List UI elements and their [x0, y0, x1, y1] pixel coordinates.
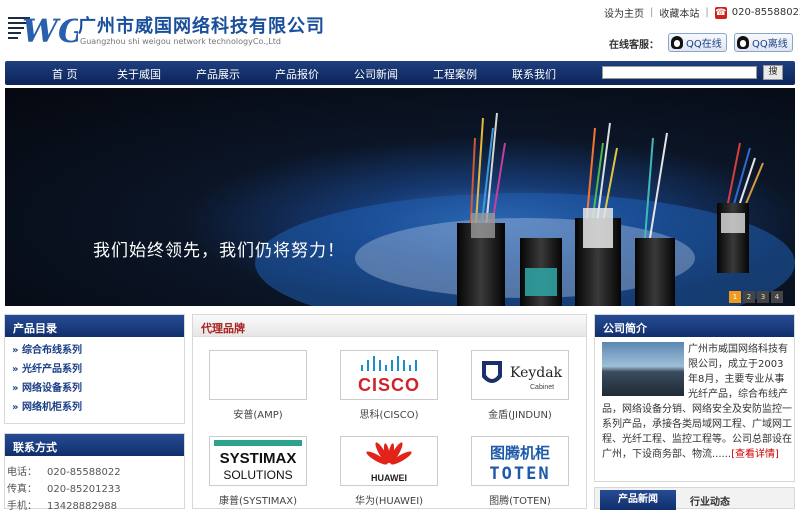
tab-industry-news[interactable]: 行业动态 — [690, 493, 730, 508]
company-building-image — [602, 342, 684, 396]
brand-caption-huawei[interactable]: 华为(HUAWEI) — [329, 492, 449, 507]
banner-page-3[interactable]: 3 — [757, 291, 769, 303]
banner-page-2[interactable]: 2 — [743, 291, 755, 303]
svg-text:图腾机柜: 图腾机柜 — [490, 444, 550, 462]
svg-text:SYSTIMAX: SYSTIMAX — [220, 450, 297, 467]
brand-caption-amp[interactable]: 安普(AMP) — [198, 406, 318, 421]
tab-product-news[interactable]: 产品新闻 — [600, 490, 676, 510]
contact-title: 联系方式 — [5, 434, 184, 456]
top-links: 设为主页 | 收藏本站 | ☎ 020-85588022 — [604, 5, 800, 20]
banner-slogan: 我们始终领先，我们仍将努力！ — [93, 241, 345, 261]
catalog-item-network[interactable]: » 网络设备系列 — [12, 379, 82, 398]
svg-text:HUAWEI: HUAWEI — [371, 473, 407, 483]
nav-contact[interactable]: 联系我们 — [512, 66, 556, 82]
catalog-item-fiber[interactable]: » 光纤产品系列 — [12, 360, 82, 379]
nav-cases[interactable]: 工程案例 — [433, 66, 477, 82]
site-header: WG 广州市威国网络科技有限公司 Guangzhou shi weigou ne… — [0, 0, 800, 60]
brand-caption-systimax[interactable]: 康普(SYSTIMAX) — [198, 492, 318, 507]
qq-online-label: QQ在线 — [686, 39, 722, 50]
qq-penguin-icon — [737, 36, 749, 49]
svg-text:TOTEN: TOTEN — [489, 464, 550, 484]
fiber-cable-image — [255, 112, 795, 306]
product-catalog-title: 产品目录 — [5, 315, 184, 337]
svg-text:Cabinet: Cabinet — [530, 384, 554, 391]
svg-text:SOLUTIONS: SOLUTIONS — [223, 468, 292, 482]
bookmark-link[interactable]: 收藏本站 — [659, 5, 699, 20]
search-input[interactable] — [602, 66, 757, 79]
qq-penguin-icon — [671, 36, 683, 49]
brands-title: 代理品牌 — [193, 315, 586, 337]
brand-logo-huawei[interactable]: HUAWEI — [340, 436, 438, 486]
contact-fax-row: 传真： 020-85201233 — [7, 480, 121, 497]
nav-home[interactable]: 首 页 — [52, 66, 78, 82]
contact-phone-row: 电话： 020-85588022 — [7, 463, 121, 480]
hero-banner[interactable]: 我们始终领先，我们仍将努力！ — [5, 88, 795, 306]
cisco-logo: CISCO — [358, 356, 420, 395]
link-separator: | — [650, 7, 654, 18]
toten-logo: 图腾机柜 TOTEN — [489, 444, 550, 484]
company-intro-title: 公司简介 — [595, 315, 794, 337]
svg-text:Keydak: Keydak — [510, 365, 563, 381]
keydak-logo: Keydak Cabinet — [482, 361, 563, 391]
view-details-link[interactable]: [查看详情] — [731, 449, 779, 460]
search-button[interactable]: 搜 — [763, 65, 783, 80]
nav-prices[interactable]: 产品报价 — [275, 66, 319, 82]
brand-logo-toten[interactable]: 图腾机柜 TOTEN — [471, 436, 569, 486]
banner-pagination: 1 2 3 4 — [729, 291, 783, 303]
catalog-item-cabinet[interactable]: » 网络机柜系列 — [12, 398, 82, 417]
qq-online-button[interactable]: QQ在线 — [668, 33, 727, 52]
online-service-label: 在线客服： — [609, 40, 659, 51]
brand-logo-systimax[interactable]: SYSTIMAX SOLUTIONS — [209, 436, 307, 486]
brand-logo-amp[interactable] — [209, 350, 307, 400]
mobile-label: 手机： — [7, 501, 37, 512]
mobile-value: 13428882988 — [47, 501, 117, 512]
brand-caption-cisco[interactable]: 思科(CISCO) — [329, 406, 449, 421]
contact-mobile-row: 手机： 13428882988 — [7, 497, 121, 514]
phone-value: 020-85588022 — [47, 467, 121, 478]
svg-text:WG: WG — [22, 12, 78, 48]
company-intro: 广州市威国网络科技有限公司，成立于2003年8月，主要专业从事光纤产品，综合布线… — [602, 342, 792, 462]
brand-caption-jindun[interactable]: 金盾(JINDUN) — [460, 406, 580, 421]
nav-products[interactable]: 产品展示 — [196, 66, 240, 82]
qq-offline-button[interactable]: QQ离线 — [734, 33, 793, 52]
brand-caption-toten[interactable]: 图腾(TOTEN) — [460, 492, 580, 507]
set-homepage-link[interactable]: 设为主页 — [604, 5, 644, 20]
qq-offline-label: QQ离线 — [752, 39, 788, 50]
fax-label: 传真： — [7, 484, 37, 495]
banner-page-1[interactable]: 1 — [729, 291, 741, 303]
brand-logo-jindun[interactable]: Keydak Cabinet — [471, 350, 569, 400]
catalog-item-cabling[interactable]: » 综合布线系列 — [12, 341, 82, 360]
phone-number: 020-85588022 — [731, 7, 800, 18]
huawei-logo: HUAWEI — [366, 442, 412, 483]
phone-label: 电话： — [7, 467, 37, 478]
company-english-name: Guangzhou shi weigou network technologyC… — [80, 37, 281, 46]
product-catalog-list: » 综合布线系列 » 光纤产品系列 » 网络设备系列 » 网络机柜系列 — [12, 341, 82, 417]
phone-icon: ☎ — [714, 6, 727, 19]
nav-about[interactable]: 关于威国 — [117, 66, 161, 82]
nav-news[interactable]: 公司新闻 — [354, 66, 398, 82]
contact-info: 电话： 020-85588022 传真： 020-85201233 手机： 13428… — [7, 463, 121, 514]
svg-text:CISCO: CISCO — [358, 375, 420, 395]
banner-page-4[interactable]: 4 — [771, 291, 783, 303]
news-tabs: 产品新闻 行业动态 — [594, 487, 795, 510]
brand-logo-cisco[interactable]: CISCO — [340, 350, 438, 400]
link-separator: | — [705, 7, 709, 18]
fax-value: 020-85201233 — [47, 484, 121, 495]
company-name: 广州市威国网络科技有限公司 — [78, 16, 325, 37]
systimax-logo: SYSTIMAX SOLUTIONS — [214, 440, 302, 482]
company-logo[interactable]: WG — [8, 8, 78, 48]
